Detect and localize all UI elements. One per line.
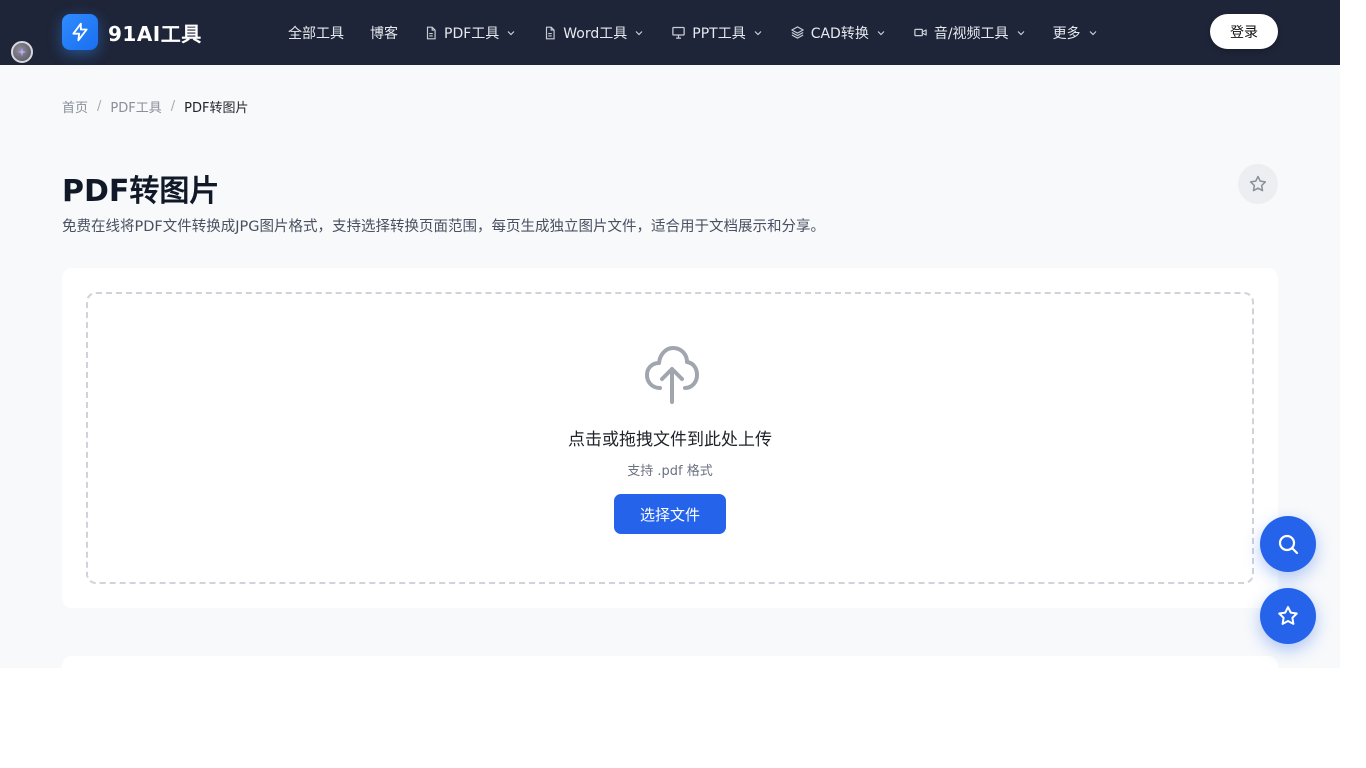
star-icon <box>1278 606 1298 625</box>
nav-blog[interactable]: 博客 <box>370 23 398 43</box>
chevron-down-icon <box>635 30 643 35</box>
upload-dropzone[interactable]: 点击或拖拽文件到此处上传 支持 .pdf 格式 选择文件 <box>86 292 1254 584</box>
nav-label: 音/视频工具 <box>933 25 1009 42</box>
nav-ppt-tools[interactable]: PPT工具 <box>671 23 763 43</box>
secondary-card <box>62 656 1278 668</box>
page-description: 免费在线将PDF文件转换成JPG图片格式，支持选择转换页面范围，每页生成独立图片… <box>62 219 826 235</box>
upload-card: 点击或拖拽文件到此处上传 支持 .pdf 格式 选择文件 <box>62 268 1278 608</box>
chevron-down-icon <box>754 30 762 35</box>
login-button[interactable]: 登录 <box>1210 14 1278 49</box>
star-icon <box>1249 175 1267 192</box>
brand-name: 91AI工具 <box>108 21 202 46</box>
breadcrumb-separator: / <box>170 99 176 114</box>
file-icon <box>546 26 555 39</box>
breadcrumb-home[interactable]: 首页 <box>62 97 88 116</box>
nav-label: PDF工具 <box>444 25 500 42</box>
nav-word-tools[interactable]: Word工具 <box>543 23 645 43</box>
nav-pdf-tools[interactable]: PDF工具 <box>424 23 517 43</box>
chevron-down-icon <box>507 30 515 35</box>
nav-label: 更多 <box>1052 25 1081 42</box>
nav-label: 博客 <box>370 25 398 42</box>
assistant-bubble-icon[interactable] <box>11 41 33 63</box>
nav-label: Word工具 <box>563 25 628 42</box>
brand-logo[interactable]: 91AI工具 <box>62 14 202 50</box>
breadcrumb: 首页 / PDF工具 / PDF转图片 <box>62 97 248 116</box>
upload-prompt: 点击或拖拽文件到此处上传 <box>568 430 772 450</box>
page-viewport: 91AI工具 全部工具 博客 PDF工具 Word工具 PPT工具 CAD转换 … <box>0 0 1340 668</box>
nav-more[interactable]: 更多 <box>1053 23 1099 43</box>
layers-icon <box>790 26 804 39</box>
search-icon <box>1278 534 1299 555</box>
nav-all-tools[interactable]: 全部工具 <box>288 23 344 43</box>
floating-search-button[interactable] <box>1260 516 1316 572</box>
chevron-down-icon <box>1017 30 1024 35</box>
file-icon <box>426 26 436 39</box>
breadcrumb-current: PDF转图片 <box>184 101 249 116</box>
upload-supported-formats: 支持 .pdf 格式 <box>627 464 713 479</box>
breadcrumb-parent[interactable]: PDF工具 <box>110 97 161 116</box>
lightning-icon <box>62 14 98 50</box>
cloud-upload-icon <box>645 346 699 404</box>
nav-av-tools[interactable]: 音/视频工具 <box>913 23 1027 43</box>
nav-label: 全部工具 <box>288 25 344 42</box>
favorite-button[interactable] <box>1238 164 1278 204</box>
top-navbar: 91AI工具 全部工具 博客 PDF工具 Word工具 PPT工具 CAD转换 … <box>0 0 1340 65</box>
nav-label: PPT工具 <box>692 25 746 42</box>
chevron-down-icon <box>877 30 885 35</box>
nav-cad-convert[interactable]: CAD转换 <box>790 23 887 43</box>
choose-file-button[interactable]: 选择文件 <box>614 494 726 534</box>
main-nav: 全部工具 博客 PDF工具 Word工具 PPT工具 CAD转换 音/视频工具 … <box>288 0 1125 65</box>
video-icon <box>914 28 927 37</box>
floating-favorite-button[interactable] <box>1260 588 1316 644</box>
presentation-icon <box>672 26 686 39</box>
breadcrumb-separator: / <box>97 99 102 114</box>
chevron-down-icon <box>1089 30 1096 35</box>
nav-label: CAD转换 <box>810 25 869 42</box>
page-title: PDF转图片 <box>62 174 220 209</box>
